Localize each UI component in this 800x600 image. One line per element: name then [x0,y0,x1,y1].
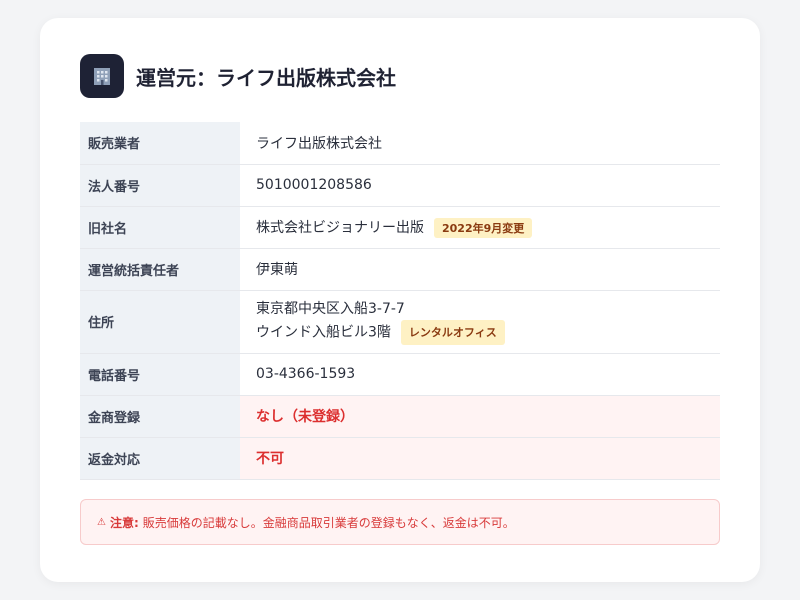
name-change-badge: 2022年9月変更 [434,217,533,238]
former-name-text: 株式会社ビジョナリー出版 [256,219,424,236]
table-row: 販売業者 ライフ出版株式会社 [80,122,720,165]
table-row: 電話番号 03-4366-1593 [80,353,720,396]
notice-text: 販売価格の記載なし。金融商品取引業者の登録もなく、返金は不可。 [142,515,515,530]
table-row: 返金対応 不可 [80,437,720,480]
rental-office-badge: レンタルオフィス [400,319,505,345]
table-row: 運営統括責任者 伊東萌 [80,248,720,291]
warning-notice: ⚠ 注意: 販売価格の記載なし。金融商品取引業者の登録もなく、返金は不可。 [80,499,720,545]
page-title: 運営元：ライフ出版株式会社 [136,65,396,90]
row-label-manager: 運営統括責任者 [80,248,240,291]
table-row: 法人番号 5010001208586 [80,164,720,207]
table-row: 旧社名 株式会社ビジョナリー出版 2022年9月変更 [80,206,720,249]
address-line-1: 東京都中央区入船3-7-7 [256,300,405,317]
card-header: 運営元：ライフ出版株式会社 [80,54,396,98]
row-value-seller: ライフ出版株式会社 [240,122,720,165]
warning-icon: ⚠ [97,516,106,528]
row-value-phone: 03-4366-1593 [240,353,720,396]
address-line-2-wrap: ウインド入船ビル3階 レンタルオフィス [256,319,704,345]
operator-info-card: 運営元：ライフ出版株式会社 販売業者 ライフ出版株式会社 法人番号 501000… [40,18,760,582]
row-value-address: 東京都中央区入船3-7-7 ウインド入船ビル3階 レンタルオフィス [240,290,720,354]
row-value-corporate-number: 5010001208586 [240,164,720,207]
row-label-phone: 電話番号 [80,353,240,396]
notice-label: 注意: [109,515,139,530]
table-row: 住所 東京都中央区入船3-7-7 ウインド入船ビル3階 レンタルオフィス [80,290,720,354]
row-value-manager: 伊東萌 [240,248,720,291]
row-label-corporate-number: 法人番号 [80,164,240,207]
company-info-table: 販売業者 ライフ出版株式会社 法人番号 5010001208586 旧社名 株式… [80,122,720,480]
address-line-2: ウインド入船ビル3階 [256,324,391,340]
row-label-former-name: 旧社名 [80,206,240,249]
row-value-former-name: 株式会社ビジョナリー出版 2022年9月変更 [240,206,720,249]
row-label-seller: 販売業者 [80,122,240,165]
office-building-icon [80,54,124,98]
row-value-refund: 不可 [240,437,720,480]
row-label-refund: 返金対応 [80,437,240,480]
row-value-fsa-registration: なし（未登録） [240,395,720,438]
row-label-address: 住所 [80,290,240,354]
table-row: 金商登録 なし（未登録） [80,395,720,438]
row-label-fsa-registration: 金商登録 [80,395,240,438]
